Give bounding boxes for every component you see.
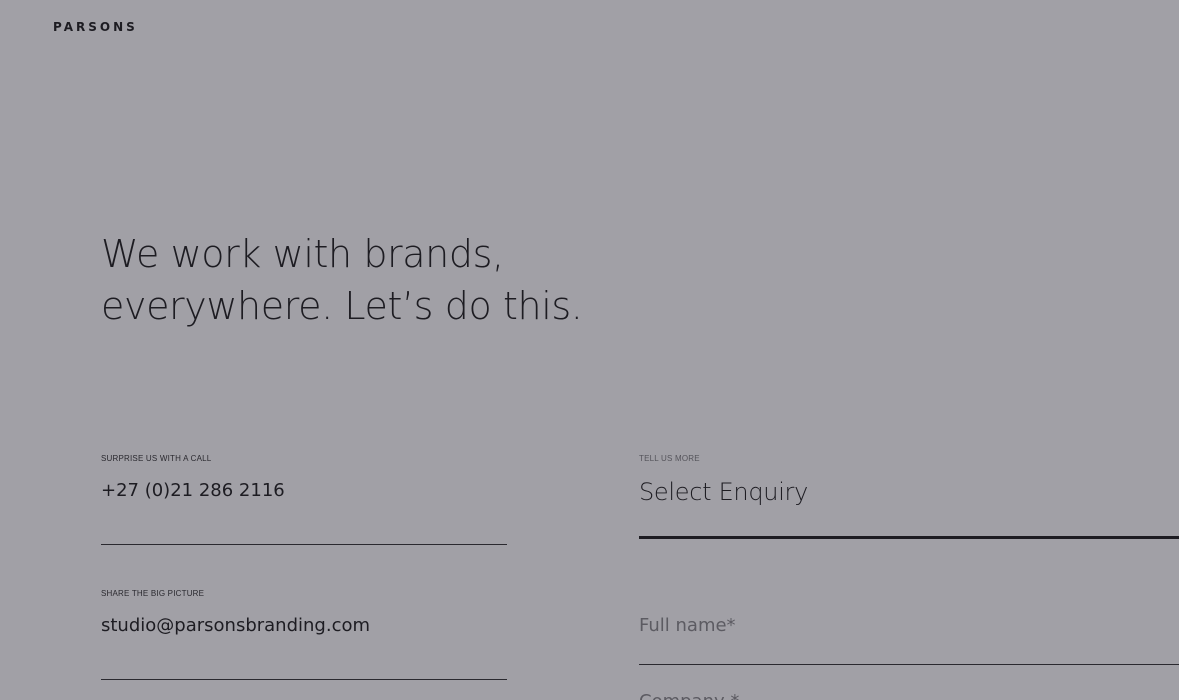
- phone-contact-block: SURPRISE US WITH A CALL +27 (0)21 286 21…: [101, 454, 507, 545]
- enquiry-select[interactable]: Select Enquiry: [639, 476, 1179, 539]
- company-input[interactable]: [639, 688, 1179, 700]
- email-contact-block: SHARE THE BIG PICTURE studio@parsonsbran…: [101, 589, 507, 680]
- phone-label: SURPRISE US WITH A CALL: [101, 454, 212, 463]
- hero-line-1: We work with brands,: [101, 232, 504, 276]
- phone-link[interactable]: +27 (0)21 286 2116: [101, 479, 285, 503]
- email-link[interactable]: studio@parsonsbranding.com: [101, 614, 370, 638]
- hero-headline: We work with brands, everywhere. Let’s d…: [101, 228, 583, 332]
- brand-logo[interactable]: PARSONS: [53, 20, 138, 34]
- company-field: [639, 688, 1179, 700]
- enquiry-select-value: Select Enquiry: [639, 478, 809, 506]
- contact-page: PARSONS We work with brands, everywhere.…: [0, 0, 1179, 700]
- email-label: SHARE THE BIG PICTURE: [101, 589, 205, 598]
- form-section-label: TELL US MORE: [639, 454, 700, 463]
- full-name-input[interactable]: [639, 612, 1179, 638]
- full-name-field: [639, 610, 1179, 665]
- hero-line-2: everywhere. Let’s do this.: [101, 284, 583, 328]
